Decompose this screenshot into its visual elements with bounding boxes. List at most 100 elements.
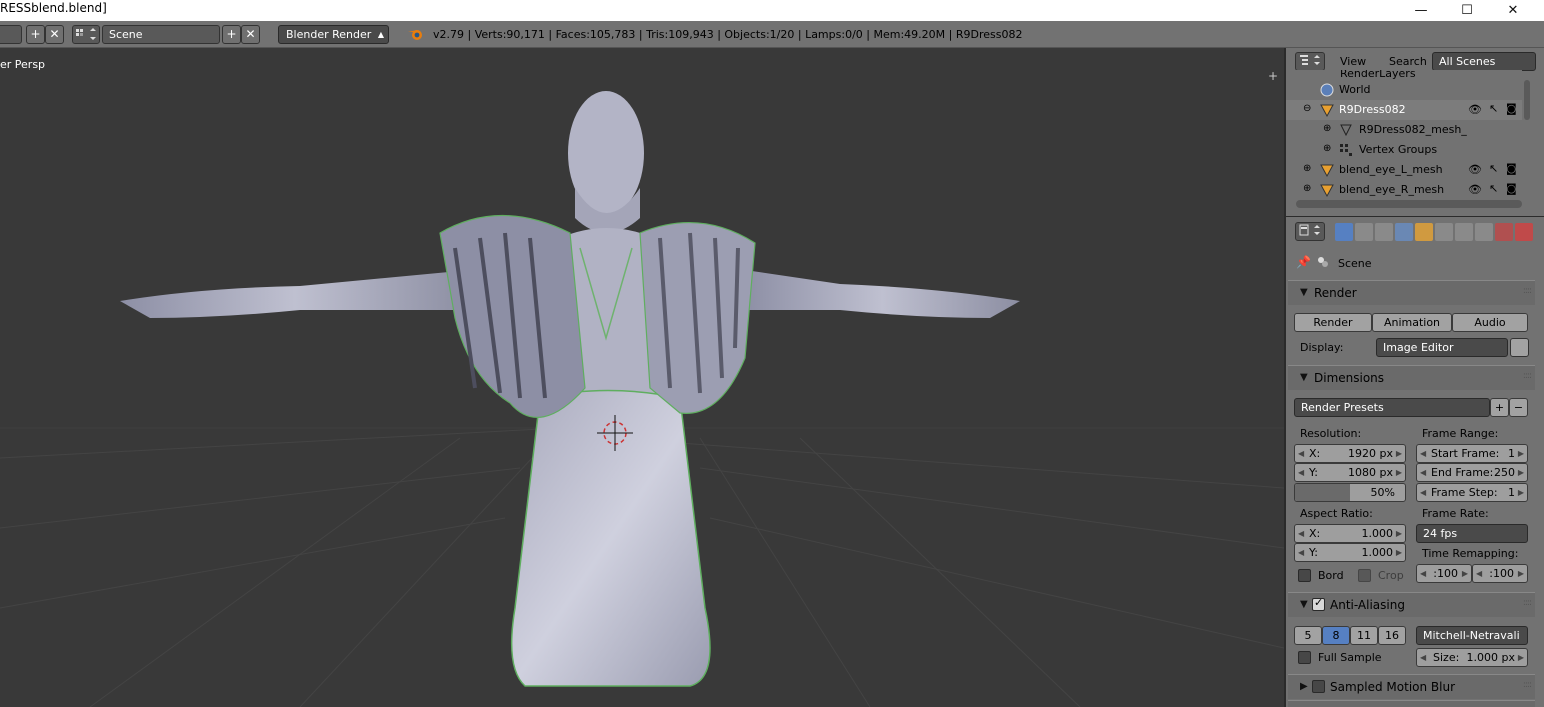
selectability-cursor-icon[interactable]: ↖ (1489, 162, 1498, 175)
mesh-data-icon (1340, 124, 1352, 137)
outliner-hscroll[interactable] (1296, 200, 1522, 208)
frame-rate-dropdown[interactable]: 24 fps (1416, 524, 1528, 543)
aa-sample-16[interactable]: 16 (1378, 626, 1406, 645)
crop-label: Crop (1378, 569, 1404, 582)
panel-grip-icon[interactable]: :::: (1523, 286, 1532, 296)
pin-icon[interactable]: 📌 (1296, 255, 1311, 269)
add-preset-button[interactable]: + (1490, 398, 1509, 417)
aa-size-field[interactable]: ◀ Size: 1.000 px ▶ (1416, 648, 1528, 667)
start-frame-field[interactable]: ◀ Start Frame: 1 ▶ (1416, 444, 1528, 463)
renderability-camera-icon[interactable]: ◙ (1506, 102, 1517, 115)
animation-button[interactable]: Animation (1372, 313, 1452, 332)
full-sample-label: Full Sample (1318, 651, 1382, 664)
render-button[interactable]: Render (1294, 313, 1372, 332)
viewport-toolshelf-toggle[interactable]: + (1268, 70, 1280, 82)
aa-sample-5[interactable]: 5 (1294, 626, 1322, 645)
outliner-search-menu[interactable]: Search (1389, 55, 1427, 68)
properties-editor-type-icon[interactable] (1295, 222, 1325, 241)
outliner-item-blend-eye-r[interactable]: ⊕ blend_eye_R_mesh 👁 ↖ ◙ (1286, 180, 1522, 200)
resolution-y-field[interactable]: ◀ Y: 1080 px ▶ (1294, 463, 1406, 482)
expand-icon[interactable]: ⊕ (1303, 163, 1311, 174)
outliner-item-world[interactable]: World (1286, 80, 1522, 100)
outliner-tree: RenderLayers World ⊖ R9Dress082 👁 ↖ ◙ ⊕ … (1286, 70, 1522, 200)
motion-blur-checkbox[interactable] (1312, 680, 1325, 693)
data-tab-icon[interactable] (1475, 223, 1493, 241)
time-remap-new-field[interactable]: ◀:100 ▶ (1472, 564, 1528, 583)
outliner-item-label: Vertex Groups (1359, 143, 1438, 156)
outliner-item-r9dress082[interactable]: ⊖ R9Dress082 👁 ↖ ◙ (1286, 100, 1522, 120)
panel-grip-icon[interactable]: :::: (1523, 598, 1532, 608)
outliner-item-mesh-data[interactable]: ⊕ R9Dress082_mesh_ (1286, 120, 1522, 140)
expand-icon[interactable]: ⊕ (1303, 183, 1311, 194)
material-tab-icon[interactable] (1495, 223, 1513, 241)
object-tab-icon[interactable] (1415, 223, 1433, 241)
3d-viewport[interactable]: er Persp + (0, 48, 1284, 707)
frame-rate-label: Frame Rate: (1422, 507, 1489, 520)
outliner-editor-type-icon[interactable] (1295, 52, 1325, 71)
field-label: X: (1309, 447, 1321, 460)
aa-sample-8[interactable]: 8 (1322, 626, 1350, 645)
visibility-eye-icon[interactable]: 👁 (1468, 183, 1482, 196)
world-tab-icon[interactable] (1395, 223, 1413, 241)
expand-icon[interactable]: ⊕ (1323, 143, 1331, 154)
render-layers-tab-icon[interactable] (1355, 223, 1373, 241)
render-tab-camera-icon[interactable] (1335, 223, 1353, 241)
display-dropdown[interactable]: Image Editor (1376, 338, 1508, 357)
close-button[interactable]: ✕ (1490, 0, 1536, 21)
time-remap-old-field[interactable]: ◀:100 ▶ (1416, 564, 1472, 583)
render-panel-header[interactable]: ▼ Render :::: (1288, 280, 1535, 305)
full-sample-checkbox[interactable] (1298, 651, 1311, 664)
outliner-view-menu[interactable]: View (1340, 55, 1366, 68)
scene-add-button[interactable]: + (222, 25, 241, 44)
end-frame-field[interactable]: ◀ End Frame: 250 ▶ (1416, 463, 1528, 482)
visibility-eye-icon[interactable]: 👁 (1468, 103, 1482, 116)
anti-aliasing-panel-title: Anti-Aliasing (1330, 598, 1405, 612)
screen-remove-button[interactable]: ✕ (45, 25, 64, 44)
outliner-item-blend-eye-l[interactable]: ⊕ blend_eye_L_mesh 👁 ↖ ◙ (1286, 160, 1522, 180)
scene-tab-icon[interactable] (1375, 223, 1393, 241)
remove-preset-button[interactable]: − (1509, 398, 1528, 417)
minimize-button[interactable]: — (1398, 0, 1444, 21)
modifiers-wrench-icon[interactable] (1455, 223, 1473, 241)
frame-step-field[interactable]: ◀ Frame Step: 1 ▶ (1416, 483, 1528, 502)
maximize-button[interactable]: ☐ (1444, 0, 1490, 21)
visibility-eye-icon[interactable]: 👁 (1468, 163, 1482, 176)
anti-aliasing-checkbox[interactable]: ✓ (1312, 596, 1325, 611)
scene-selector-icon[interactable] (72, 25, 100, 44)
audio-button[interactable]: Audio (1452, 313, 1528, 332)
aspect-y-field[interactable]: ◀ Y: 1.000 ▶ (1294, 543, 1406, 562)
scene-name-field[interactable]: Scene (102, 25, 220, 44)
texture-tab-icon[interactable] (1515, 223, 1533, 241)
panel-grip-icon[interactable]: :::: (1523, 680, 1532, 690)
aspect-x-field[interactable]: ◀ X: 1.000 ▶ (1294, 524, 1406, 543)
motion-blur-panel-header[interactable]: ▶ Sampled Motion Blur :::: (1288, 674, 1535, 699)
outliner-vscroll[interactable] (1522, 78, 1532, 196)
collapse-icon[interactable]: ⊖ (1303, 103, 1311, 114)
outliner-item-vertex-groups[interactable]: ⊕ Vertex Groups (1286, 140, 1522, 160)
render-engine-dropdown[interactable]: Blender Render ▲ (278, 25, 389, 44)
lock-interface-icon[interactable] (1510, 338, 1529, 357)
border-checkbox[interactable] (1298, 569, 1311, 582)
selectability-cursor-icon[interactable]: ↖ (1489, 102, 1498, 115)
anti-aliasing-panel-header[interactable]: ▼ ✓ Anti-Aliasing :::: (1288, 592, 1535, 617)
resolution-x-field[interactable]: ◀ X: 1920 px ▶ (1294, 444, 1406, 463)
outliner-display-mode-dropdown[interactable]: All Scenes (1432, 52, 1536, 71)
expand-icon[interactable]: ⊕ (1323, 123, 1331, 134)
aa-filter-dropdown[interactable]: Mitchell-Netravali (1416, 626, 1528, 645)
crop-checkbox[interactable] (1358, 569, 1371, 582)
dimensions-panel-header[interactable]: ▼ Dimensions :::: (1288, 365, 1535, 390)
scene-statistics: v2.79 | Verts:90,171 | Faces:105,783 | T… (433, 28, 1023, 41)
screen-layout-field[interactable] (0, 25, 22, 44)
renderability-camera-icon[interactable]: ◙ (1506, 182, 1517, 195)
render-presets-dropdown[interactable]: Render Presets (1294, 398, 1490, 417)
panel-grip-icon[interactable]: :::: (1523, 371, 1532, 381)
aa-sample-11[interactable]: 11 (1350, 626, 1378, 645)
resolution-percentage-slider[interactable]: 50% (1294, 483, 1406, 502)
outliner-item-label: R9Dress082 (1339, 103, 1406, 116)
screen-add-button[interactable]: + (26, 25, 45, 44)
selectability-cursor-icon[interactable]: ↖ (1489, 182, 1498, 195)
next-panel-header[interactable] (1288, 700, 1535, 707)
renderability-camera-icon[interactable]: ◙ (1506, 162, 1517, 175)
constraints-tab-icon[interactable] (1435, 223, 1453, 241)
scene-remove-button[interactable]: ✕ (241, 25, 260, 44)
